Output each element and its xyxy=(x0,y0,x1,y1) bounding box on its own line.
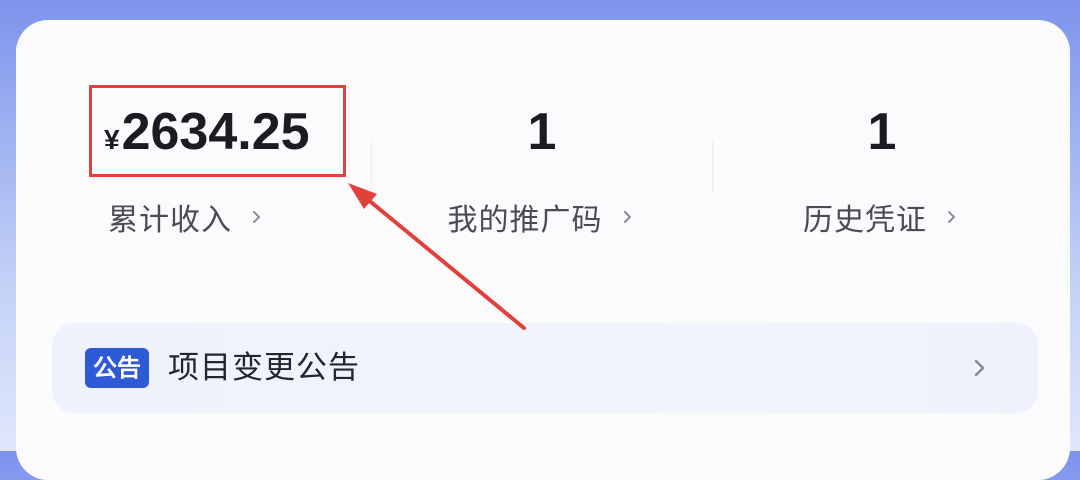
voucher-history-summary[interactable]: 1 历史凭证 xyxy=(714,80,1050,265)
income-label: 累计收入 xyxy=(108,203,232,238)
voucher-history-count: 1 xyxy=(867,103,897,161)
promo-code-label-row[interactable]: 我的推广码 xyxy=(372,195,712,239)
income-label-row[interactable]: 累计收入 xyxy=(108,195,370,239)
annotation-highlight-box xyxy=(89,85,346,177)
voucher-history-label: 历史凭证 xyxy=(803,203,927,238)
promo-code-label: 我的推广码 xyxy=(447,203,603,238)
chevron-right-icon xyxy=(974,359,985,377)
announcement-badge: 公告 xyxy=(85,348,149,388)
promo-code-summary[interactable]: 1 我的推广码 xyxy=(372,80,712,265)
promo-code-count: 1 xyxy=(527,103,557,161)
announcement-bar[interactable]: 公告 项目变更公告 xyxy=(52,323,1038,413)
chevron-right-icon xyxy=(948,211,955,223)
voucher-history-label-row[interactable]: 历史凭证 xyxy=(714,195,1050,239)
divider xyxy=(712,140,713,192)
announcement-text: 项目变更公告 xyxy=(168,350,360,386)
chevron-right-icon xyxy=(623,211,631,223)
chevron-right-icon xyxy=(253,211,260,223)
